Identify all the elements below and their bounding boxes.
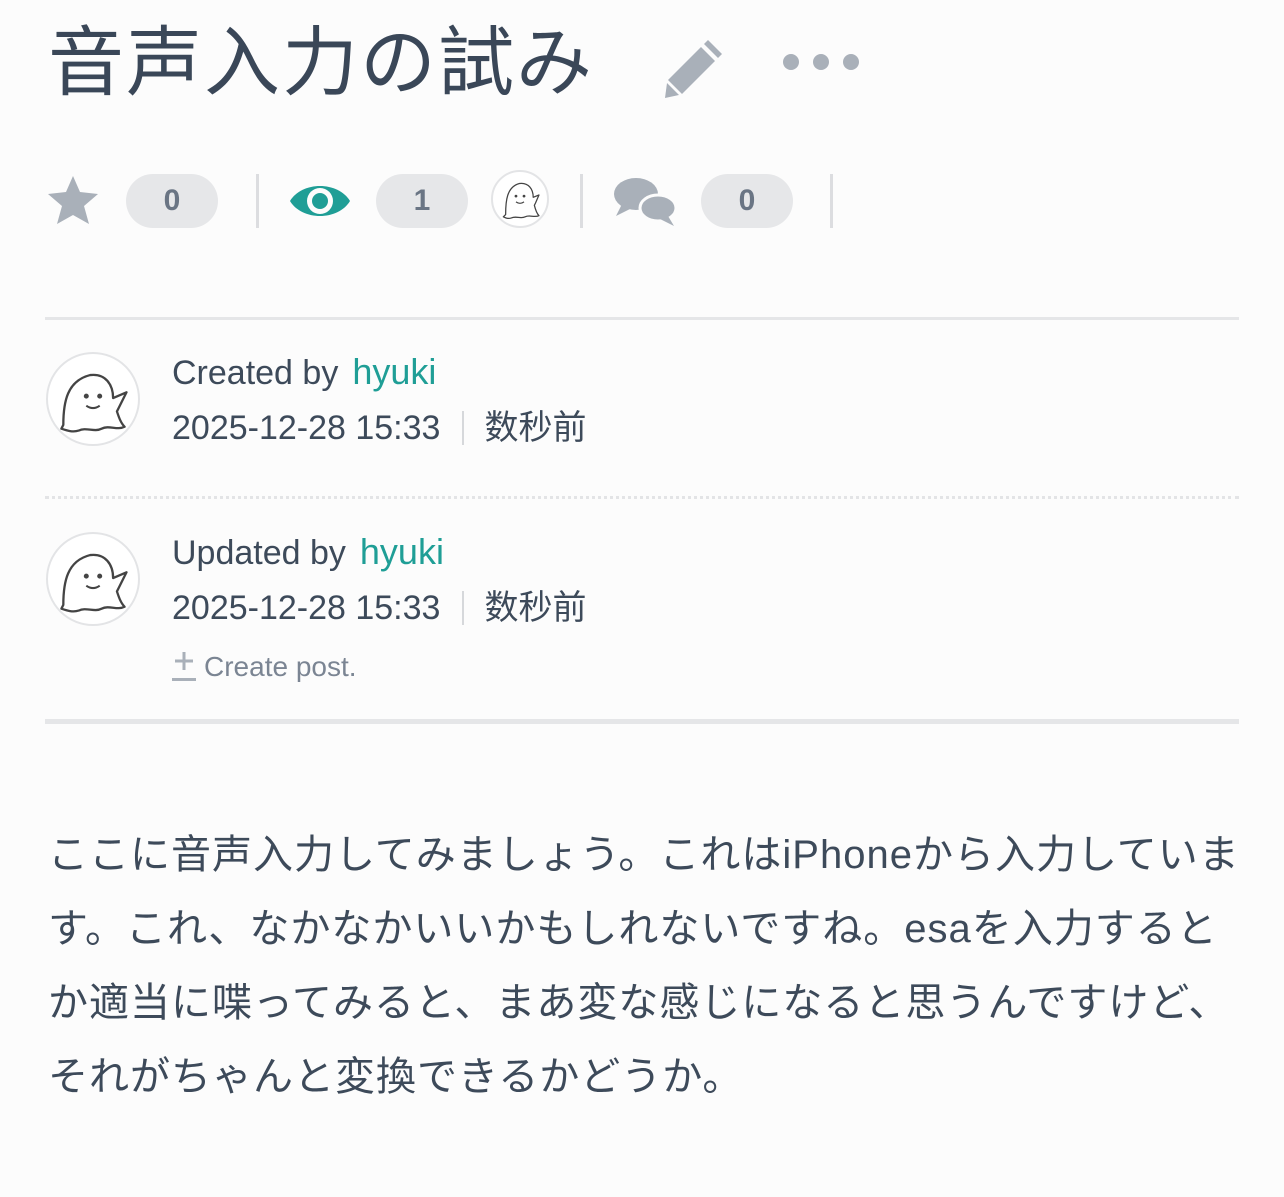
- divider: [462, 591, 465, 625]
- updater-link[interactable]: hyuki: [360, 531, 444, 572]
- eye-icon[interactable]: [288, 178, 352, 224]
- updated-time: 2025-12-28 15:33 数秒前: [172, 588, 586, 628]
- pencil-icon[interactable]: [664, 36, 728, 100]
- ghost-avatar-icon: [60, 553, 128, 613]
- star-icon[interactable]: [46, 174, 100, 228]
- post-body-paragraph: ここに音声入力してみましょう。これはiPhoneから入力しています。これ、なかな…: [48, 833, 1240, 1099]
- created-datetime: 2025-12-28 15:33: [172, 409, 441, 447]
- comments-icon[interactable]: [612, 174, 678, 228]
- revision-message: Create post.: [204, 651, 357, 682]
- comment-count[interactable]: 0: [701, 174, 793, 228]
- diff-plus-minus-icon: [172, 652, 196, 681]
- updated-by-label: Updated by: [172, 534, 346, 572]
- created-by: Created by hyuki: [172, 352, 436, 393]
- divider: [45, 719, 1239, 724]
- divider: [45, 496, 1239, 499]
- updater-avatar[interactable]: [46, 532, 140, 626]
- divider: [256, 174, 259, 228]
- revision-link[interactable]: Create post.: [172, 650, 357, 684]
- ghost-avatar-icon: [60, 373, 128, 433]
- creator-link[interactable]: hyuki: [352, 351, 436, 392]
- watcher-avatar[interactable]: [491, 170, 549, 228]
- divider: [45, 317, 1239, 320]
- divider: [580, 174, 583, 228]
- updated-relative-time: 数秒前: [484, 589, 587, 627]
- post-title: 音声入力の試み: [48, 21, 594, 106]
- creator-avatar[interactable]: [46, 352, 140, 446]
- more-dots-icon[interactable]: [780, 50, 862, 74]
- divider: [462, 411, 465, 445]
- stats-row: 0 1 0: [46, 170, 866, 232]
- created-by-label: Created by: [172, 354, 339, 392]
- created-time: 2025-12-28 15:33 数秒前: [172, 408, 586, 448]
- divider: [830, 174, 833, 228]
- updated-by: Updated by hyuki: [172, 532, 444, 573]
- ghost-avatar-icon: [502, 182, 540, 220]
- title-row: 音声入力の試み: [48, 14, 594, 114]
- post-body: ここに音声入力してみましょう。これはiPhoneから入力しています。これ、なかな…: [48, 818, 1240, 1114]
- created-relative-time: 数秒前: [484, 409, 587, 447]
- star-count[interactable]: 0: [126, 174, 218, 228]
- watcher-count[interactable]: 1: [376, 174, 468, 228]
- updated-datetime: 2025-12-28 15:33: [172, 589, 441, 627]
